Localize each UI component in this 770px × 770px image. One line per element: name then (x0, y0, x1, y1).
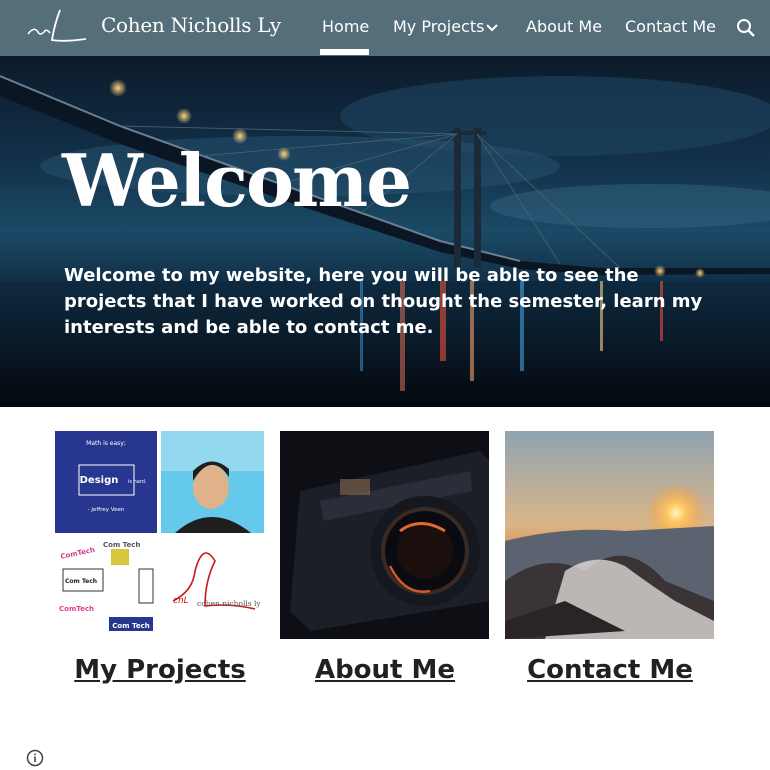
design-suffix: is hard. (128, 479, 147, 485)
chevron-down-icon[interactable] (485, 22, 499, 34)
nav-about-me[interactable]: About Me (526, 17, 602, 36)
site-header: Cohen Nicholls Ly Home My Projects About… (0, 0, 770, 56)
quote-author: - Jeffrey Veen (88, 507, 125, 513)
site-title[interactable]: Cohen Nicholls Ly (101, 13, 281, 37)
comtech-logo-d: ComTech (59, 605, 94, 613)
comtech-logo-a: ComTech (60, 546, 96, 561)
contact-me-link[interactable]: Contact Me (490, 655, 730, 685)
hero-banner: Welcome Welcome to my website, here you … (0, 56, 770, 407)
logo-name: cohen nicholls ly (197, 599, 261, 608)
info-icon[interactable] (26, 749, 44, 767)
about-me-image[interactable] (280, 431, 489, 639)
hero-title: Welcome (62, 138, 412, 223)
active-tab-indicator (320, 49, 369, 55)
search-icon[interactable] (736, 18, 756, 38)
nav-contact-me[interactable]: Contact Me (625, 17, 716, 36)
comtech-logo-b: Com Tech (103, 541, 140, 549)
nav-home[interactable]: Home (322, 17, 369, 36)
about-me-link[interactable]: About Me (265, 655, 505, 685)
my-projects-image[interactable]: Math is easy; Design is hard. - Jeffrey … (55, 431, 264, 639)
hero-bridge-image (0, 75, 770, 407)
logo-monogram: cnL (173, 596, 189, 606)
contact-me-image[interactable] (505, 431, 714, 639)
site-logo[interactable] (24, 6, 88, 50)
hero-description: Welcome to my website, here you will be … (64, 265, 703, 338)
nav-my-projects[interactable]: My Projects (393, 17, 484, 36)
comtech-logo-c: Com Tech (65, 578, 97, 585)
comtech-logo-e: Com Tech (112, 622, 149, 630)
my-projects-link[interactable]: My Projects (40, 655, 280, 685)
design-word: Design (80, 475, 119, 486)
math-caption: Math is easy; (86, 440, 126, 447)
